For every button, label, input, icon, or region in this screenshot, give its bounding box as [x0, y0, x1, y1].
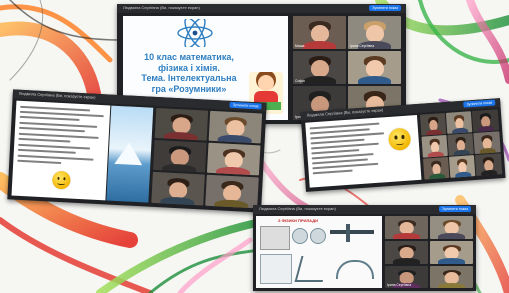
participant-name: Ірина Сергіївна: [350, 44, 375, 48]
participant-tile[interactable]: [385, 241, 428, 264]
participant-tile[interactable]: Маша: [293, 16, 346, 49]
participant-tile[interactable]: [473, 131, 501, 155]
slide-title-line-2: фізика і хімія.: [158, 62, 220, 73]
presentation-slide: [11, 100, 111, 201]
presenter-title: Людмила Сергіївна (Ви, показуєте екран): [123, 5, 200, 10]
atom-icon: [177, 19, 213, 47]
stop-presenting-button[interactable]: Зупинити показ: [439, 206, 471, 212]
participant-name: Ірина Сергіївна: [387, 283, 412, 287]
participant-tile[interactable]: [423, 156, 450, 180]
participant-tile[interactable]: [208, 110, 263, 144]
participant-tile[interactable]: [154, 107, 209, 141]
slide-title-line-1: 10 клас математика,: [144, 52, 234, 62]
participant-tile[interactable]: [385, 216, 428, 239]
presenter-title: Людмила Сергіївна (Ви, показуєте екран): [259, 206, 336, 211]
slide-title-line-4: гра «Розумники»: [151, 83, 227, 94]
participant-tile[interactable]: [421, 134, 448, 158]
thinking-emoji-icon: [51, 170, 71, 190]
participants-grid: Маша Ірина Сергіївна Софія Ірина Купріян…: [293, 16, 401, 120]
participants-grid: [419, 109, 503, 180]
slide-title-line-3: Тема. Інтелектуальна: [141, 73, 237, 84]
participant-tile[interactable]: [205, 174, 259, 209]
meeting-topbar: Людмила Сергіївна (Ви, показуєте екран) …: [117, 4, 406, 13]
participants-grid: [151, 107, 263, 209]
stop-presenting-button[interactable]: Зупинити показ: [463, 99, 496, 108]
participant-tile[interactable]: [419, 113, 447, 136]
participant-tile[interactable]: Софія: [293, 51, 346, 84]
participant-name: Маша: [295, 44, 305, 48]
participant-tile[interactable]: [447, 133, 474, 156]
slide-caption: З ФІЗИКИ ПРИЛАДИ: [278, 218, 318, 223]
meeting-topbar: Людмила Сергіївна (Ви, показуєте екран) …: [253, 205, 476, 214]
participant-tile[interactable]: [151, 171, 205, 206]
presentation-slide: [305, 114, 422, 188]
thinking-emoji-icon: [387, 127, 412, 151]
stop-presenting-button[interactable]: Зупинити показ: [369, 5, 401, 11]
participant-tile[interactable]: [206, 142, 261, 176]
participants-grid: Ірина Сергіївна: [385, 216, 473, 288]
meeting-screenshot-4: Людмила Сергіївна (Ви, показуєте екран) …: [253, 205, 476, 291]
participant-tile[interactable]: [153, 139, 207, 173]
participant-tile[interactable]: [474, 153, 503, 176]
meeting-screenshot-3: Людмила Сергіївна (Ви, показуєте екран) …: [300, 98, 506, 192]
participant-tile[interactable]: [430, 266, 473, 288]
participant-tile[interactable]: Ірина Сергіївна: [385, 266, 428, 288]
iceberg-image: [106, 105, 154, 203]
participant-tile[interactable]: [445, 111, 473, 134]
participant-tile[interactable]: [348, 51, 401, 84]
participant-tile[interactable]: [430, 216, 473, 239]
presentation-slide: З ФІЗИКИ ПРИЛАДИ: [256, 216, 382, 288]
meeting-screenshot-2: Людмила Сергіївна (Ви, показуєте екран) …: [7, 89, 267, 213]
participant-tile[interactable]: [471, 109, 500, 133]
participant-name: Софія: [295, 79, 305, 83]
participant-tile[interactable]: [430, 241, 473, 264]
participant-tile[interactable]: Ірина Сергіївна: [348, 16, 401, 49]
slide-title: 10 клас математика, фізика і хімія. Тема…: [129, 52, 249, 94]
stop-presenting-button[interactable]: Зупинити показ: [229, 101, 262, 110]
participant-tile[interactable]: [448, 155, 476, 178]
